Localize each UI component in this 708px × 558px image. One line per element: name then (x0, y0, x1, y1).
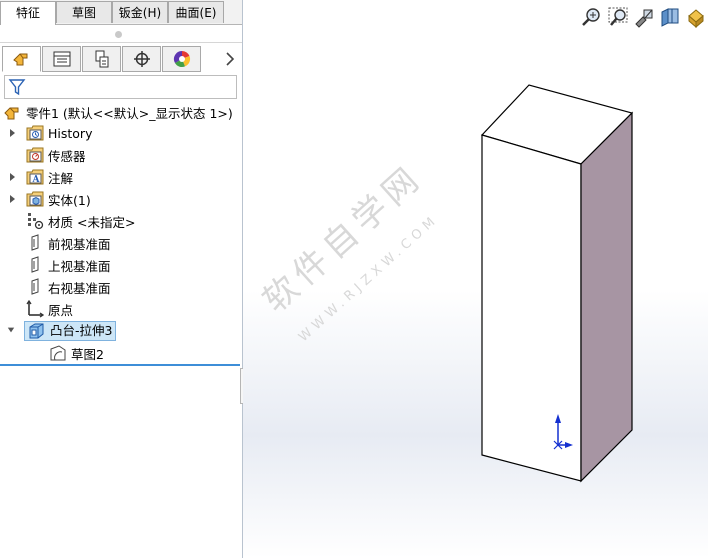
tree-item-sensors[interactable]: 传感器 (26, 145, 86, 165)
dimxpert-manager-icon (133, 51, 150, 67)
panel-grip[interactable] (115, 31, 122, 38)
solid-body-icon (26, 191, 44, 207)
tab-dimxpert-manager[interactable] (122, 46, 161, 72)
svg-text:A: A (32, 175, 41, 185)
plane-icon (31, 278, 39, 295)
plane-icon (31, 256, 39, 273)
collapse-arrow-icon[interactable] (7, 325, 15, 335)
tree-item-label: History (48, 125, 93, 141)
tree-item-label: 上视基准面 (48, 258, 111, 274)
tree-item-front-plane[interactable]: 前视基准面 (26, 233, 111, 253)
expand-arrow-icon[interactable] (9, 128, 17, 138)
tree-item-label: 凸台-拉伸3 (50, 323, 113, 338)
feature-manager-panel: 特征 草图 钣金(H) 曲面(E) 零件1 (默认<<默认>_显示状态 1>) … (0, 0, 243, 558)
tree-root-part[interactable]: 零件1 (默认<<默认>_显示状态 1>) (4, 102, 233, 122)
tab-sketch[interactable]: 草图 (56, 1, 112, 23)
part-icon (4, 107, 19, 120)
tree-item-origin[interactable]: 原点 (26, 299, 73, 319)
display-manager-icon (173, 50, 190, 68)
sketch-icon (50, 345, 66, 361)
feature-manager-icon (12, 53, 27, 66)
tree-item-top-plane[interactable]: 上视基准面 (26, 255, 111, 275)
box-front-face[interactable] (481, 134, 582, 482)
material-icon (28, 213, 44, 230)
tree-item-solid-bodies[interactable]: 实体(1) (26, 189, 91, 209)
tree-filter[interactable] (4, 75, 237, 99)
tree-item-right-plane[interactable]: 右视基准面 (26, 277, 111, 297)
tab-feature-manager[interactable] (2, 46, 41, 72)
tree-item-material[interactable]: 材质 <未指定> (26, 211, 135, 231)
tree-item-label: 材质 <未指定> (48, 214, 136, 230)
sensor-icon (26, 147, 44, 163)
plane-icon (31, 234, 39, 251)
tree-item-sketch[interactable]: 草图2 (49, 343, 104, 363)
tree-item-label: 前视基准面 (48, 236, 111, 252)
tree-item-label: 原点 (48, 302, 74, 318)
tree-item-label: 实体(1) (48, 192, 91, 208)
configuration-manager-icon (95, 50, 108, 68)
tree-item-label: 草图2 (71, 346, 104, 362)
origin-icon (26, 300, 44, 318)
tab-display-manager[interactable] (162, 46, 201, 72)
tree-item-history[interactable]: History (26, 123, 92, 143)
expand-arrow-icon[interactable] (9, 172, 17, 182)
tree-item-label: 传感器 (48, 148, 86, 164)
selection-highlight[interactable]: 凸台-拉伸3 (24, 321, 117, 341)
tree-root-label: 零件1 (默认<<默认>_显示状态 1>) (26, 105, 233, 121)
command-manager-tabs: 特征 草图 钣金(H) 曲面(E) (0, 0, 242, 25)
tab-property-manager[interactable] (42, 46, 81, 72)
property-manager-icon (53, 51, 70, 67)
tree-item-label: 注解 (48, 170, 74, 186)
filter-icon[interactable] (8, 77, 26, 97)
box-side-face[interactable] (580, 111, 633, 483)
history-icon (26, 125, 44, 141)
divider (0, 42, 242, 43)
tree-item-label: 右视基准面 (48, 280, 111, 296)
tab-features[interactable]: 特征 (0, 1, 56, 25)
rollback-bar[interactable] (0, 364, 240, 366)
tab-surfaces[interactable]: 曲面(E) (168, 1, 224, 23)
tab-sheet-metal[interactable]: 钣金(H) (112, 1, 168, 23)
chevron-right-icon[interactable] (222, 50, 238, 68)
expand-arrow-icon[interactable] (9, 194, 17, 204)
tree-item-boss-extrude[interactable]: 凸台-拉伸3 (24, 321, 117, 341)
tree-item-annotations[interactable]: A 注解 (26, 167, 73, 187)
annotation-icon: A (26, 169, 44, 185)
tab-configuration-manager[interactable] (82, 46, 121, 72)
boss-extrude-icon (29, 323, 44, 339)
